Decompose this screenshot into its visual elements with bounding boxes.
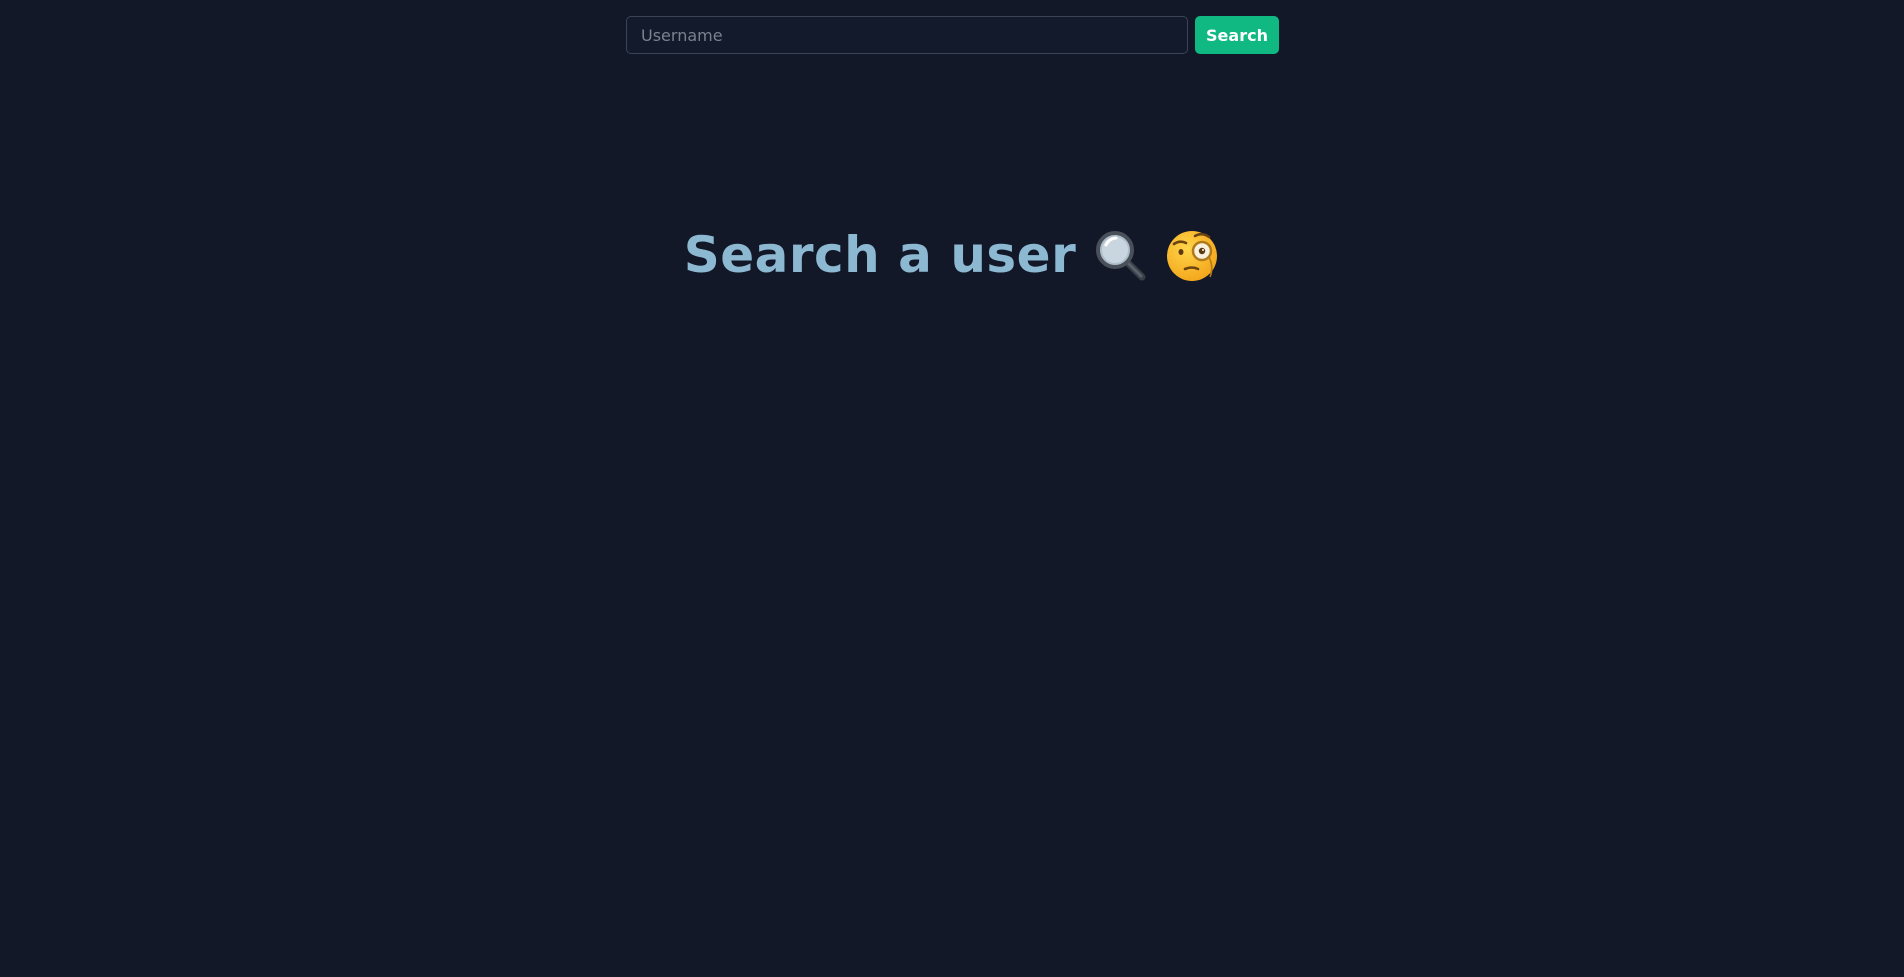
face-with-monocle-icon [1164, 227, 1220, 283]
search-button[interactable]: Search [1195, 16, 1279, 54]
search-bar: Search [626, 16, 1279, 54]
magnifying-glass-icon [1092, 227, 1148, 283]
empty-state-headline: Search a user [0, 225, 1904, 285]
username-search-input[interactable] [626, 16, 1188, 54]
headline-text: Search a user [683, 226, 1077, 284]
